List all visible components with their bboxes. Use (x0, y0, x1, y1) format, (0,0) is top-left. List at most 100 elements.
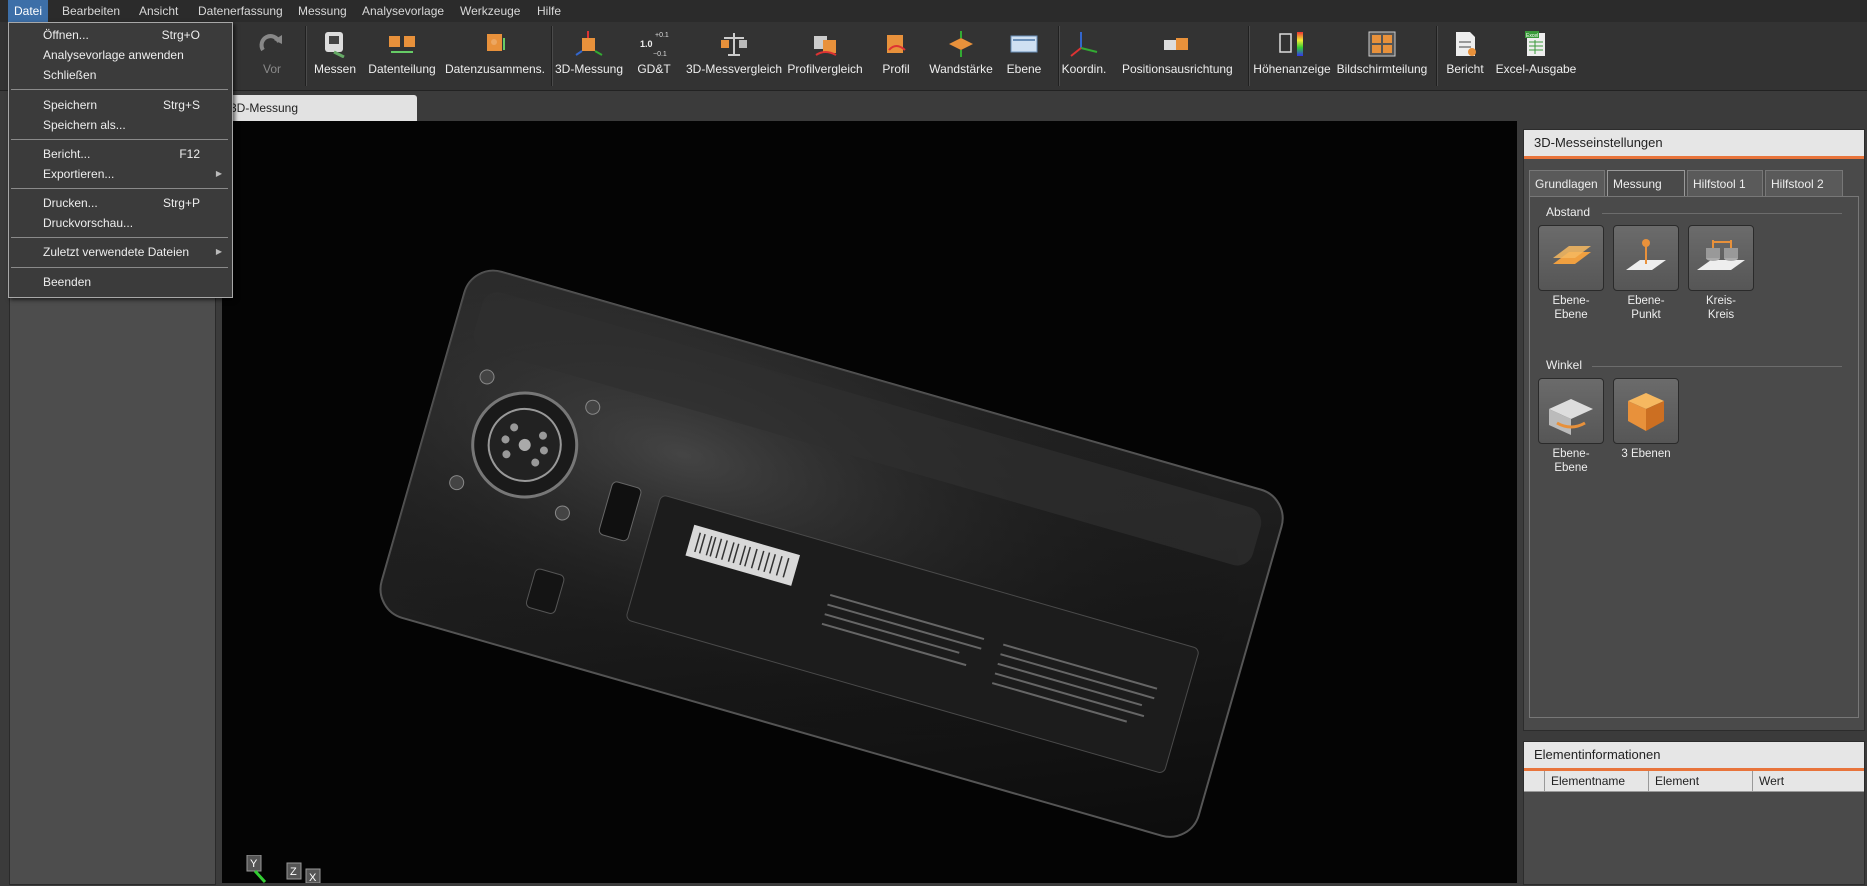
tool-caption-line1: Ebene- (1552, 295, 1590, 307)
excel-icon: Excel (1525, 31, 1545, 56)
profilvergleich-button[interactable]: Profilvergleich (786, 26, 864, 86)
wall-thickness-icon (949, 31, 973, 57)
ebene-button[interactable]: Ebene (1004, 26, 1044, 86)
profil-button[interactable]: Profil (876, 26, 916, 86)
right-panel: 3D-Messeinstellungen Grundlagen Messung … (1518, 121, 1867, 885)
menu-item-schliessen[interactable]: Schließen (9, 65, 230, 85)
tool-caption-line1: 3 Ebenen (1621, 448, 1671, 460)
merge-data-icon (487, 34, 505, 51)
svg-text:1.0: 1.0 (640, 39, 653, 49)
toolbar-separator (1248, 26, 1250, 86)
element-info-title: Elementinformationen (1524, 742, 1864, 771)
axis-y-label: Y (250, 858, 258, 870)
tab-3d-messung[interactable]: 3D-Messung (222, 95, 417, 121)
column-elementname[interactable]: Elementname (1544, 771, 1648, 791)
menu-hilfe[interactable]: Hilfe (531, 0, 567, 22)
column-element[interactable]: Element (1648, 771, 1752, 791)
tab-hilfstool-2[interactable]: Hilfstool 2 (1765, 170, 1843, 196)
menu-bearbeiten[interactable]: Bearbeiten (56, 0, 126, 22)
left-panel-content (9, 241, 216, 885)
circle-circle-distance-icon (1688, 225, 1754, 291)
3d-messvergleich-button[interactable]: 3D-Messvergleich (686, 26, 782, 86)
plane-point-distance-icon (1613, 225, 1679, 291)
menu-item-exportieren[interactable]: Exportieren... ▶ (9, 164, 230, 184)
3d-measure-icon (575, 31, 603, 56)
messen-button[interactable]: Messen (312, 26, 358, 86)
tool-caption-line2: Ebene (1554, 462, 1588, 474)
tab-grundlagen[interactable]: Grundlagen (1529, 170, 1605, 196)
menu-item-druckvorschau[interactable]: Druckvorschau... (9, 213, 230, 233)
menu-item-bericht[interactable]: Bericht... F12 (9, 144, 230, 164)
menu-datenerfassung[interactable]: Datenerfassung (192, 0, 289, 22)
hoehenanzeige-button[interactable]: Höhenanzeige (1252, 26, 1332, 86)
submenu-arrow-icon: ▶ (215, 169, 222, 178)
axis-z-label: Z (290, 866, 297, 878)
section-divider (1602, 213, 1842, 214)
bildschirmteilung-button[interactable]: Bildschirmteilung (1336, 26, 1428, 86)
datenzusammens-button[interactable]: Datenzusammens. (444, 26, 546, 86)
gdt-icon: +0.1 1.0 −0.1 (640, 32, 669, 58)
3d-viewport[interactable] (222, 121, 1517, 883)
menu-item-speichern[interactable]: Speichern Strg+S (9, 95, 230, 115)
axis-triad: Y Z X (245, 854, 325, 886)
balance-compare-icon (721, 33, 747, 56)
element-info-grid-header: Elementname Element Wert (1524, 771, 1864, 792)
settings-panel-title: 3D-Messeinstellungen (1524, 130, 1864, 159)
excel-ausgabe-button[interactable]: Excel Excel-Ausgabe (1494, 26, 1578, 86)
tool-kreis-kreis-abstand[interactable]: Kreis- Kreis (1688, 225, 1754, 322)
menu-datei[interactable]: Datei (8, 0, 49, 22)
tool-caption-line2: Punkt (1631, 309, 1661, 321)
menu-analysevorlage[interactable]: Analysevorlage (356, 0, 450, 22)
alignment-icon (1164, 38, 1188, 50)
menu-item-analysevorlage-anwenden[interactable]: Analysevorlage anwenden (9, 45, 230, 65)
bericht-button[interactable]: Bericht (1442, 26, 1488, 86)
gdt-button[interactable]: +0.1 1.0 −0.1 GD&T (634, 26, 674, 86)
datenteilung-button[interactable]: Datenteilung (366, 26, 438, 86)
menu-item-drucken[interactable]: Drucken... Strg+P (9, 193, 230, 213)
tool-ebene-ebene-abstand[interactable]: Ebene- Ebene (1538, 225, 1604, 322)
winkel-section-title: Winkel (1546, 358, 1583, 372)
svg-text:Excel: Excel (1526, 33, 1538, 39)
toolbar: Vor Messen Datenteilung Datenzusammens. … (0, 22, 1867, 91)
submenu-arrow-icon: ▶ (215, 247, 222, 256)
profile-compare-icon (814, 36, 837, 56)
messung-tab-content: Abstand Ebene- Ebene Ebene- Punkt Kreis- Kr… (1529, 196, 1859, 718)
menu-separator (11, 267, 228, 268)
tab-messung[interactable]: Messung (1607, 170, 1685, 196)
plane-icon (1010, 35, 1038, 53)
tool-ebene-punkt-abstand[interactable]: Ebene- Punkt (1613, 225, 1679, 322)
plane-plane-angle-icon (1538, 378, 1604, 444)
3d-settings-panel: 3D-Messeinstellungen Grundlagen Messung … (1523, 129, 1865, 731)
toolbar-separator (551, 26, 553, 86)
positionsausrichtung-button[interactable]: Positionsausrichtung (1122, 26, 1233, 86)
profile-icon (887, 35, 906, 53)
menu-separator (11, 139, 228, 140)
menu-werkzeuge[interactable]: Werkzeuge (454, 0, 526, 22)
menu-item-zuletzt-verwendet[interactable]: Zuletzt verwendete Dateien ▶ (9, 242, 230, 262)
vor-button[interactable]: Vor (252, 26, 292, 86)
three-planes-angle-icon (1613, 378, 1679, 444)
tool-caption-line1: Kreis- (1705, 295, 1737, 307)
tab-hilfstool-1[interactable]: Hilfstool 1 (1687, 170, 1763, 196)
menu-item-speichern-als[interactable]: Speichern als... (9, 115, 230, 135)
menu-separator (11, 89, 228, 90)
menu-ansicht[interactable]: Ansicht (133, 0, 184, 22)
menu-item-oeffnen[interactable]: Öffnen... Strg+O (9, 25, 230, 45)
menu-messung[interactable]: Messung (292, 0, 353, 22)
column-wert[interactable]: Wert (1752, 771, 1864, 791)
3d-messung-button[interactable]: 3D-Messung (555, 26, 623, 86)
scanner-icon (325, 32, 345, 58)
menu-bar: Datei Bearbeiten Ansicht Datenerfassung … (0, 0, 1867, 23)
koordin-button[interactable]: Koordin. (1060, 26, 1108, 86)
toolbar-separator (1436, 26, 1438, 86)
document-tab-strip: 3D-Messung (0, 91, 1867, 121)
tool-caption-line2: Kreis (1707, 309, 1735, 321)
menu-item-beenden[interactable]: Beenden (9, 272, 230, 292)
tool-3-ebenen-winkel[interactable]: 3 Ebenen (1613, 378, 1679, 461)
tool-ebene-ebene-winkel[interactable]: Ebene- Ebene (1538, 378, 1604, 475)
wandstaerke-button[interactable]: Wandstärke (926, 26, 996, 86)
tool-caption-line2: Ebene (1554, 309, 1588, 321)
toolbar-separator (305, 26, 307, 86)
menu-separator (11, 237, 228, 238)
scanned-object (379, 269, 1284, 838)
